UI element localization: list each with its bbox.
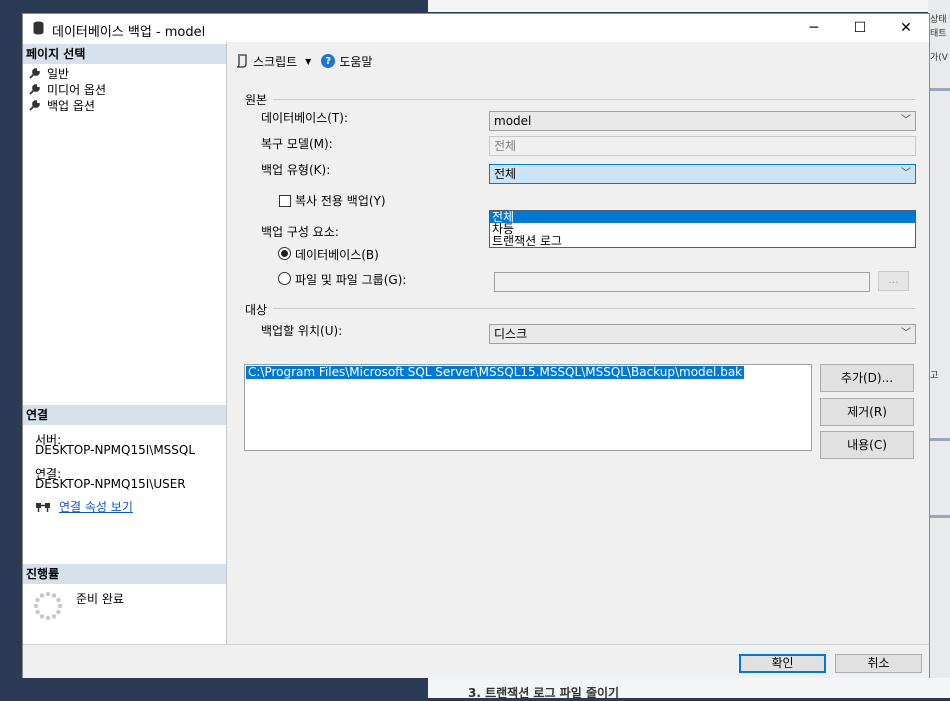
backup-component-label: 백업 구성 요소: bbox=[261, 225, 339, 239]
backup-to-label: 백업할 위치(U): bbox=[261, 324, 343, 338]
toolbar: 스크립트 ▼ ? 도움말 bbox=[235, 52, 372, 70]
page-item-general[interactable]: 일반 bbox=[29, 65, 69, 81]
copy-only-checkbox[interactable] bbox=[279, 195, 291, 207]
file-groups-field bbox=[494, 272, 870, 292]
cancel-button[interactable]: 취소 bbox=[835, 654, 922, 673]
backup-type-select-value: 전체 bbox=[494, 167, 517, 181]
recovery-model-value: 전체 bbox=[494, 139, 517, 153]
minimize-button[interactable]: ─ bbox=[791, 14, 837, 42]
backup-type-select[interactable]: 전체 ﹀ bbox=[489, 164, 916, 184]
wrench-icon bbox=[29, 100, 40, 111]
title-bar: 데이터베이스 백업 - model ─ ☐ ✕ bbox=[23, 14, 929, 42]
copy-only-label: 복사 전용 백업(Y) bbox=[295, 194, 386, 208]
main-pane: 스크립트 ▼ ? 도움말 원본 데이터베이스(T): model ﹀ 복구 모델… bbox=[227, 42, 929, 644]
database-select-value: model bbox=[494, 114, 532, 128]
script-icon bbox=[236, 54, 247, 68]
background-window-top bbox=[428, 0, 928, 12]
chevron-down-icon: ﹀ bbox=[901, 328, 911, 339]
browse-file-groups-button: ... bbox=[878, 271, 909, 291]
help-button[interactable]: 도움말 bbox=[339, 53, 372, 70]
window-title: 데이터베이스 백업 - model bbox=[52, 25, 206, 40]
progress-header: 진행률 bbox=[23, 564, 226, 584]
background-snippet: 상태 bbox=[930, 15, 947, 25]
destination-group-divider bbox=[273, 308, 915, 309]
remove-destination-button[interactable]: 제거(R) bbox=[820, 398, 914, 426]
component-database-radio[interactable] bbox=[278, 247, 291, 260]
wrench-icon bbox=[29, 84, 40, 95]
connection-header: 연결 bbox=[23, 405, 226, 425]
recovery-model-label: 복구 모델(M): bbox=[261, 137, 333, 151]
backup-dialog: 데이터베이스 백업 - model ─ ☐ ✕ 페이지 선택 일반 미디어 옵션… bbox=[22, 13, 930, 678]
destination-contents-button[interactable]: 내용(C) bbox=[820, 431, 914, 459]
add-destination-button[interactable]: 추가(D)... bbox=[820, 364, 914, 392]
database-select[interactable]: model ﹀ bbox=[489, 111, 916, 131]
progress-spinner-icon bbox=[33, 591, 63, 621]
background-window-right bbox=[928, 0, 950, 698]
recovery-model-field: 전체 bbox=[489, 136, 916, 156]
left-pane: 페이지 선택 일반 미디어 옵션 백업 옵션 연결 서버: DESKTOP-NP… bbox=[23, 42, 227, 644]
backup-to-select-value: 디스크 bbox=[494, 327, 528, 341]
server-value: DESKTOP-NPMQ15I\MSSQL bbox=[35, 443, 196, 457]
destination-group-label: 대상 bbox=[245, 303, 268, 317]
backup-destination-list[interactable]: C:\Program Files\Microsoft SQL Server\MS… bbox=[244, 364, 812, 451]
chevron-down-icon: ﹀ bbox=[901, 115, 911, 126]
backup-type-label: 백업 유형(K): bbox=[261, 163, 331, 177]
view-connection-properties-link[interactable]: 연결 속성 보기 bbox=[59, 498, 133, 515]
backup-type-dropdown: 전체 차등 트랜잭션 로그 bbox=[489, 210, 916, 248]
background-heading: 3. 트랜잭션 로그 파일 줄이기 bbox=[468, 686, 620, 700]
list-item[interactable]: C:\Program Files\Microsoft SQL Server\MS… bbox=[246, 366, 745, 379]
script-dropdown-arrow[interactable]: ▼ bbox=[305, 57, 311, 66]
page-item-media-options[interactable]: 미디어 옵션 bbox=[29, 81, 106, 97]
page-item-label: 백업 옵션 bbox=[47, 98, 95, 113]
maximize-button[interactable]: ☐ bbox=[837, 14, 883, 42]
source-group-divider bbox=[273, 99, 915, 100]
connection-properties-icon bbox=[36, 503, 50, 512]
page-select-header: 페이지 선택 bbox=[23, 44, 226, 64]
page-item-backup-options[interactable]: 백업 옵션 bbox=[29, 97, 95, 113]
database-label: 데이터베이스(T): bbox=[261, 111, 348, 125]
component-database-label: 데이터베이스(B) bbox=[295, 248, 379, 262]
progress-status: 준비 완료 bbox=[76, 592, 124, 606]
ok-button[interactable]: 확인 bbox=[739, 654, 826, 673]
connection-value: DESKTOP-NPMQ15I\USER bbox=[35, 477, 186, 491]
database-icon bbox=[33, 21, 44, 35]
backup-type-option-log[interactable]: 트랜잭션 로그 bbox=[490, 235, 915, 247]
chevron-down-icon: ﹀ bbox=[901, 168, 911, 179]
backup-type-option-full[interactable]: 전체 bbox=[490, 211, 915, 223]
background-snippet: 고 bbox=[930, 371, 939, 381]
component-files-radio[interactable] bbox=[278, 272, 291, 285]
wrench-icon bbox=[29, 68, 40, 79]
background-snippet: 태트 bbox=[930, 29, 947, 39]
background-document-strip: 3. 트랜잭션 로그 파일 줄이기 bbox=[428, 678, 950, 700]
script-button[interactable]: 스크립트 bbox=[253, 53, 297, 70]
component-files-label: 파일 및 파일 그룹(G): bbox=[295, 273, 407, 287]
dialog-footer: 확인 취소 bbox=[23, 644, 929, 678]
source-group-label: 원본 bbox=[245, 93, 268, 107]
page-item-label: 미디어 옵션 bbox=[47, 82, 107, 97]
backup-to-select[interactable]: 디스크 ﹀ bbox=[489, 324, 916, 344]
help-icon: ? bbox=[321, 54, 336, 68]
background-snippet: 가(V bbox=[930, 53, 948, 63]
close-button[interactable]: ✕ bbox=[883, 14, 929, 42]
page-item-label: 일반 bbox=[47, 66, 70, 81]
